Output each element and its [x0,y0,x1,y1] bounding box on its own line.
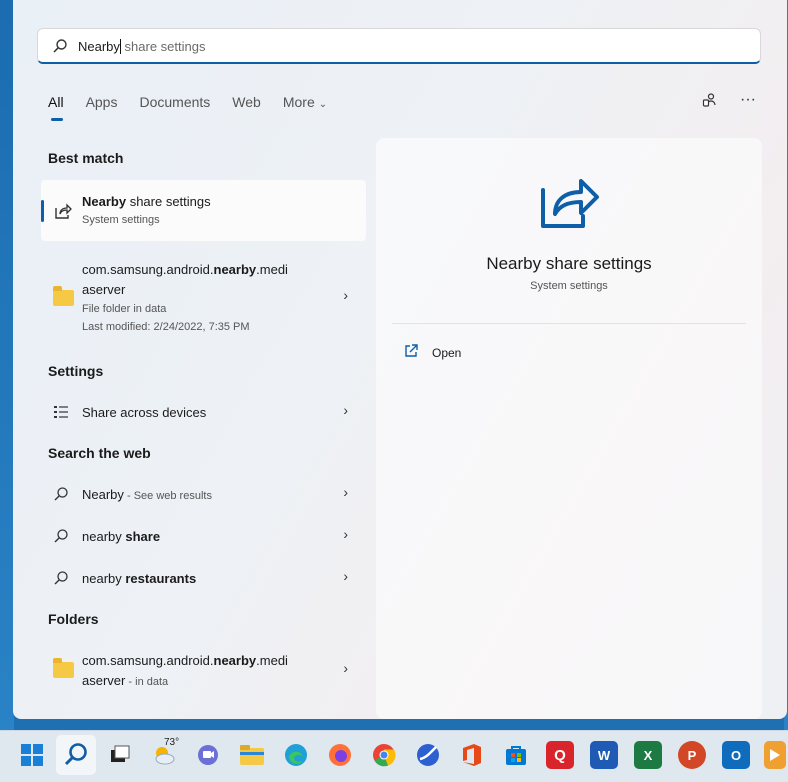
start-button[interactable] [18,741,46,769]
best-match-title: Nearby share settings [82,194,211,209]
open-button[interactable]: Open [404,344,461,361]
search-query: Nearby share settings [78,39,206,54]
filter-tabs: All Apps Documents Web More ⌄ [48,94,349,121]
open-external-icon [404,344,418,361]
taskbar: 73° Q W X P O [0,730,788,782]
quicken-icon[interactable]: Q [546,741,574,769]
folder-result-location: File folder in data [82,303,167,315]
folder-item-name-cont: aserver - in data [82,673,169,688]
office-icon[interactable] [458,741,486,769]
preview-subtitle: System settings [530,280,608,292]
list-settings-icon [53,404,69,425]
browser-app-icon[interactable] [414,741,442,769]
media-player-icon[interactable] [764,741,786,769]
search-icon [53,486,69,507]
firefox-icon[interactable] [326,741,354,769]
web-result-nearby-restaurants[interactable]: nearby restaurants › [41,560,366,596]
tab-web[interactable]: Web [232,94,261,120]
best-match-item[interactable]: Nearby share settings System settings [41,180,366,241]
desktop-edge [0,0,14,730]
folder-item-name: com.samsung.android.nearby.medi [82,653,288,668]
tab-more[interactable]: More ⌄ [283,94,327,120]
section-folders: Folders [48,611,99,627]
tab-apps[interactable]: Apps [86,94,118,120]
folder-icon [53,286,74,306]
edge-browser-icon[interactable] [282,741,310,769]
preview-divider [392,323,746,324]
preview-title: Nearby share settings [486,254,652,273]
preview-pane: Nearby share settings System settings Op… [376,138,762,719]
chevron-right-icon[interactable]: › [343,660,348,676]
top-actions: ··· [701,91,757,109]
chevron-right-icon[interactable]: › [343,484,348,500]
chevron-right-icon[interactable]: › [343,402,348,418]
chevron-right-icon[interactable]: › [343,568,348,584]
settings-item-label: Share across devices [82,405,207,420]
section-settings: Settings [48,363,104,379]
share-icon [539,172,601,237]
outlook-icon[interactable]: O [722,741,750,769]
account-switch-icon[interactable] [701,91,719,109]
microsoft-store-icon[interactable] [502,741,530,769]
share-icon [53,201,73,226]
chevron-down-icon: ⌄ [318,99,328,110]
folder-item[interactable]: com.samsung.android.nearby.medi aserver … [41,643,366,695]
task-view-icon[interactable] [106,741,134,769]
tab-all[interactable]: All [48,94,64,121]
teams-chat-icon[interactable] [194,741,222,769]
powerpoint-icon[interactable]: P [678,741,706,769]
web-result-nearby-share[interactable]: nearby share › [41,518,366,554]
word-icon[interactable]: W [590,741,618,769]
section-search-web: Search the web [48,445,151,461]
web-result-label: nearby share [82,529,161,544]
chevron-right-icon[interactable]: › [343,526,348,542]
file-explorer-icon[interactable] [238,741,266,769]
web-result-nearby[interactable]: Nearby - See web results › [41,476,366,512]
folder-result-name: com.samsung.android.nearby.medi [82,262,288,277]
settings-item-share-across-devices[interactable]: Share across devices › [41,394,366,430]
section-best-match: Best match [48,150,124,166]
best-match-subtitle: System settings [82,214,160,226]
chevron-right-icon[interactable]: › [343,287,348,303]
search-icon [53,528,69,549]
search-icon [52,38,68,59]
search-input[interactable]: Nearby share settings [37,28,761,64]
web-result-label: nearby restaurants [82,571,197,586]
tab-documents[interactable]: Documents [139,94,210,120]
search-icon [53,570,69,591]
chrome-icon[interactable] [370,741,398,769]
more-options-icon[interactable]: ··· [739,91,757,109]
weather-temperature: 73° [164,737,180,748]
folder-result-modified: Last modified: 2/24/2022, 7:35 PM [82,321,250,333]
folder-result-item[interactable]: com.samsung.android.nearby.medi aserver … [41,252,366,342]
taskbar-search-icon[interactable] [62,741,90,769]
web-result-label: Nearby - See web results [82,487,212,502]
folder-result-name-cont: aserver [82,282,126,297]
excel-icon[interactable]: X [634,741,662,769]
folder-icon [53,658,74,678]
search-panel: Nearby share settings All Apps Documents… [13,0,787,719]
open-label: Open [432,345,462,360]
